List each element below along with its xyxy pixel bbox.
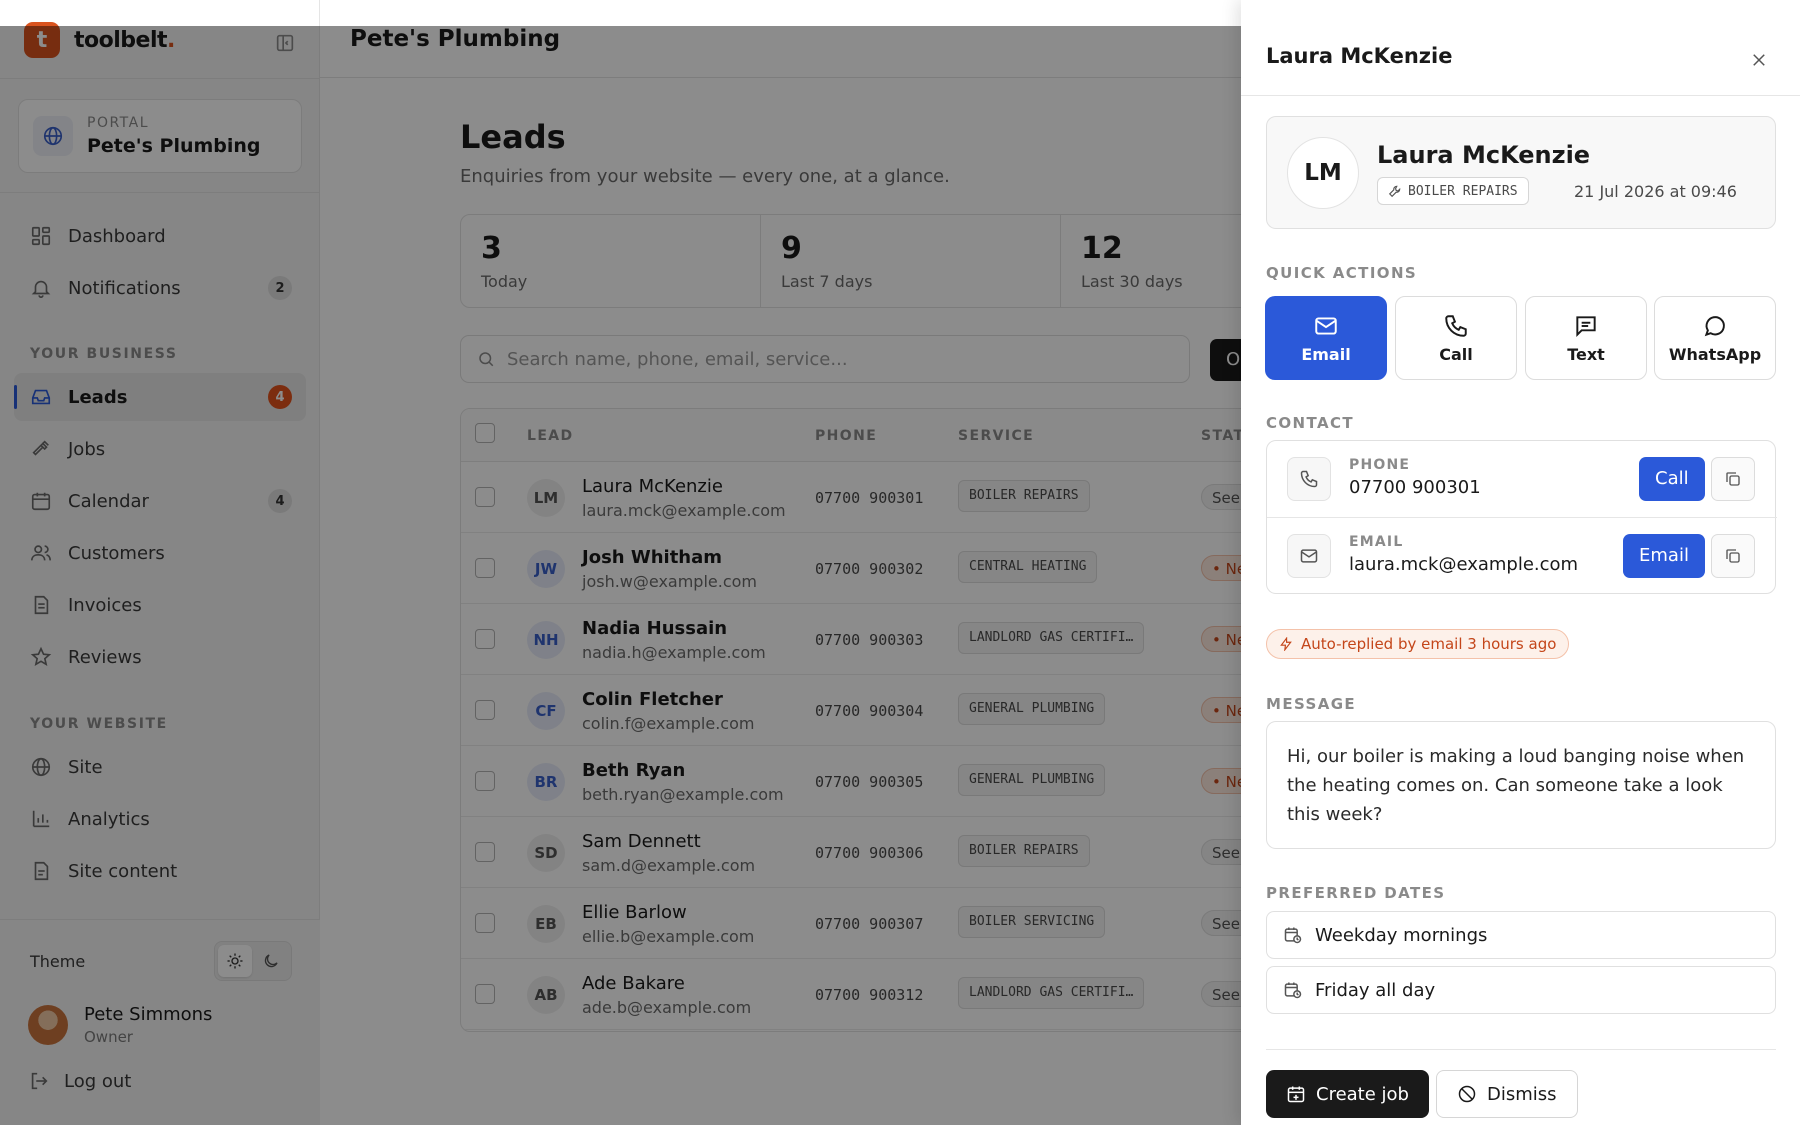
phone-icon	[1443, 313, 1469, 339]
lightning-icon	[1279, 637, 1293, 651]
modal-backdrop[interactable]	[0, 26, 1241, 1125]
quick-text-button[interactable]: Text	[1525, 296, 1647, 380]
wrench-icon	[1388, 184, 1402, 198]
contact-phone-row: PHONE 07700 900301 Call	[1267, 441, 1777, 518]
email-button[interactable]: Email	[1623, 534, 1705, 578]
auto-reply-text: Auto-replied by email 3 hours ago	[1301, 635, 1557, 653]
quick-actions-label: QUICK ACTIONS	[1266, 264, 1418, 282]
contact-card: PHONE 07700 900301 Call EMAIL laura.mck@…	[1266, 440, 1777, 595]
calendar-plus-icon	[1286, 1084, 1306, 1104]
drawer-title: Laura McKenzie	[1266, 44, 1453, 68]
create-job-button[interactable]: Create job	[1266, 1070, 1429, 1118]
phone-value[interactable]: 07700 900301	[1349, 477, 1481, 498]
create-job-label: Create job	[1316, 1083, 1409, 1105]
phone-label: PHONE	[1349, 457, 1411, 473]
close-icon	[1750, 51, 1768, 69]
quick-email-button[interactable]: Email	[1265, 296, 1387, 380]
mail-icon	[1313, 313, 1339, 339]
lead-profile-card: LM Laura McKenzie BOILER REPAIRS 21 Jul …	[1266, 116, 1776, 229]
message-body: Hi, our boiler is making a loud banging …	[1266, 721, 1776, 849]
quick-action-label: Email	[1301, 344, 1351, 364]
dismiss-label: Dismiss	[1487, 1083, 1557, 1105]
lead-name: Laura McKenzie	[1377, 141, 1591, 169]
preferred-date-text: Friday all day	[1315, 979, 1436, 1001]
preferred-date-item: Friday all day	[1266, 966, 1776, 1014]
top-strip-divider	[0, 0, 1241, 26]
copy-phone-button[interactable]	[1711, 457, 1755, 501]
dismiss-button[interactable]: Dismiss	[1436, 1070, 1578, 1118]
preferred-dates-label: PREFERRED DATES	[1266, 884, 1446, 902]
message-label: MESSAGE	[1266, 695, 1357, 713]
preferred-date-item: Weekday mornings	[1266, 911, 1776, 959]
copy-icon	[1724, 470, 1742, 488]
drawer-header: Laura McKenzie	[1241, 26, 1800, 96]
quick-action-label: Call	[1439, 344, 1473, 364]
phone-icon	[1287, 457, 1331, 501]
lead-avatar: LM	[1287, 137, 1359, 209]
contact-email-row: EMAIL laura.mck@example.com Email	[1267, 518, 1777, 595]
quick-action-label: WhatsApp	[1668, 344, 1762, 364]
calendar-clock-icon	[1283, 980, 1303, 1000]
email-value[interactable]: laura.mck@example.com	[1349, 554, 1578, 575]
quick-action-label: Text	[1567, 344, 1605, 364]
quick-whatsapp-button[interactable]: WhatsApp	[1654, 296, 1776, 380]
lead-detail-drawer: Laura McKenzie LM Laura McKenzie BOILER …	[1241, 0, 1800, 1125]
message-circle-icon	[1702, 313, 1728, 339]
service-tag-label: BOILER REPAIRS	[1408, 183, 1518, 199]
service-tag: BOILER REPAIRS	[1377, 177, 1529, 205]
message-square-icon	[1573, 313, 1599, 339]
auto-reply-badge: Auto-replied by email 3 hours ago	[1266, 629, 1570, 659]
preferred-date-text: Weekday mornings	[1315, 924, 1488, 946]
copy-email-button[interactable]	[1711, 534, 1755, 578]
mail-icon	[1287, 534, 1331, 578]
lead-date: 21 Jul 2026 at 09:46	[1574, 182, 1737, 201]
drawer-divider	[1266, 1049, 1776, 1050]
call-button[interactable]: Call	[1639, 457, 1705, 501]
contact-label: CONTACT	[1266, 414, 1355, 432]
close-button[interactable]	[1747, 48, 1771, 72]
copy-icon	[1724, 547, 1742, 565]
ban-icon	[1457, 1084, 1477, 1104]
email-label: EMAIL	[1349, 534, 1404, 550]
calendar-clock-icon	[1283, 925, 1303, 945]
quick-call-button[interactable]: Call	[1395, 296, 1517, 380]
